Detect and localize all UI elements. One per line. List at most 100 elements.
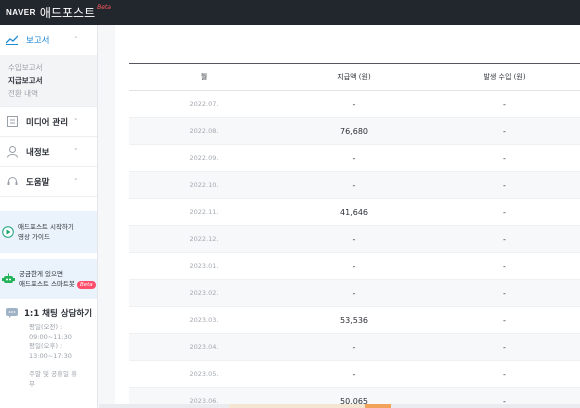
revenue-cell: - — [503, 288, 506, 298]
chat-support[interactable]: 1:1 채팅 상담하기 평일(오전) : 09:00~11:30 평일(오후) … — [0, 299, 97, 389]
column-header-revenue: 발생 수입 (원) — [483, 73, 526, 81]
table-row: 2022.10. - - — [129, 172, 580, 199]
app-title[interactable]: 애드포스트 — [40, 4, 95, 21]
chat-hours: 평일(오전) : 09:00~11:30 평일(오후) : 13:00~17:3… — [29, 323, 97, 389]
chat-hours-line: 평일(오전) : — [29, 323, 63, 331]
submenu-item-conversion-history[interactable]: 전환 내역 — [8, 87, 97, 100]
chat-bubble-icon — [6, 308, 18, 318]
media-icon — [6, 116, 18, 128]
amount-cell: - — [352, 234, 356, 244]
amount-cell: 53,536 — [340, 315, 368, 325]
promo-line: 애드포스트 스마트봇 Beta — [19, 279, 96, 289]
revenue-cell: - — [503, 207, 506, 217]
play-icon — [2, 223, 14, 242]
amount-cell: - — [352, 369, 356, 379]
sidebar-item-label: 도움말 — [26, 177, 50, 188]
scrollbar-thumb[interactable] — [365, 404, 391, 408]
table-row: 2023.01. - - — [129, 253, 580, 280]
revenue-cell: - — [503, 315, 506, 325]
chevron-up-icon: ˄ — [74, 36, 78, 44]
amount-cell: - — [352, 180, 356, 190]
chat-title-text: 1:1 채팅 상담하기 — [24, 309, 93, 319]
main-content: 월 지급액 (원) 발생 수입 (원) 2022.07. - - 2022.08. 76… — [99, 25, 580, 408]
revenue-cell: - — [503, 234, 506, 244]
smartbot-banner[interactable]: 궁금한게 있으면 애드포스트 스마트봇 Beta — [0, 259, 97, 299]
chevron-down-icon: ˅ — [74, 147, 78, 156]
amount-cell: 76,680 — [340, 126, 368, 136]
promo-text: 궁금한게 있으면 애드포스트 스마트봇 Beta — [19, 269, 96, 289]
chat-hours-line: 주말 및 공휴일 휴 — [29, 370, 78, 378]
revenue-cell: - — [503, 153, 506, 163]
month-cell: 2022.08. — [189, 127, 219, 135]
sidebar-item-label: 미디어 관리 — [26, 117, 69, 128]
top-bar: NAVER 애드포스트 Beta — [0, 0, 580, 25]
chevron-down-icon: ˅ — [74, 117, 78, 126]
sidebar-item-help[interactable]: 도움말 ˅ — [0, 167, 97, 197]
month-cell: 2023.01. — [189, 262, 219, 270]
promo-line: 궁금한게 있으면 — [19, 270, 63, 278]
amount-cell: - — [352, 342, 356, 352]
table-row: 2023.02. - - — [129, 280, 580, 307]
robot-icon — [2, 270, 15, 289]
chat-hours-line — [29, 361, 97, 370]
revenue-cell: - — [503, 126, 506, 136]
table-row: 2022.08. 76,680 - — [129, 118, 580, 145]
revenue-cell: - — [503, 99, 506, 109]
column-header-amount: 지급액 (원) — [337, 73, 371, 81]
month-cell: 2022.10. — [189, 181, 219, 189]
table-row: 2022.09. - - — [129, 145, 580, 172]
chat-hours-line: 무 — [29, 379, 35, 388]
chat-title: 1:1 채팅 상담하기 — [6, 307, 97, 319]
table-body: 2022.07. - -2022.08. 76,680-2022.09. - -2022.… — [129, 91, 580, 408]
sidebar-item-label: 내정보 — [26, 147, 50, 158]
submenu-item-payment-report[interactable]: 지급보고서 — [8, 74, 97, 87]
table-row: 2023.05. - - — [129, 361, 580, 388]
promo-line: 영상 가이드 — [18, 233, 50, 241]
amount-cell: - — [352, 153, 356, 163]
promo-line-text: 애드포스트 스마트봇 — [19, 280, 75, 288]
headset-icon — [6, 176, 18, 188]
horizontal-scrollbar[interactable] — [99, 404, 580, 408]
amount-cell: - — [352, 99, 356, 109]
table-row: 2023.04. - - — [129, 334, 580, 361]
month-cell: 2022.11. — [189, 208, 219, 216]
revenue-cell: - — [503, 180, 506, 190]
sidebar-item-label: 보고서 — [26, 36, 50, 46]
submenu-item-revenue-report[interactable]: 수입보고서 — [8, 61, 97, 74]
amount-cell: - — [352, 288, 356, 298]
sidebar-item-my-info[interactable]: 내정보 ˅ — [0, 137, 97, 167]
amount-cell: - — [352, 261, 356, 271]
month-cell: 2022.12. — [189, 235, 219, 243]
naver-logo[interactable]: NAVER — [6, 8, 36, 17]
month-cell: 2022.09. — [189, 154, 219, 162]
promo-line: 애드포스트 시작하기 — [18, 223, 74, 231]
table-row: 2022.11. 41,646 - — [129, 199, 580, 226]
sidebar: 보고서 ˄ 수입보고서 지급보고서 전환 내역 미디어 관리 ˅ 내정보 ˅ 도… — [0, 25, 98, 408]
month-cell: 2022.07. — [189, 100, 219, 108]
month-cell: 2023.02. — [189, 289, 219, 297]
chat-hours-line: 09:00~11:30 — [29, 332, 72, 341]
table-header: 월 지급액 (원) 발생 수입 (원) — [129, 63, 580, 91]
table-row: 2022.12. - - — [129, 226, 580, 253]
month-cell: 2023.03. — [189, 316, 219, 324]
user-icon — [6, 145, 18, 158]
amount-cell: 41,646 — [340, 207, 368, 217]
chat-hours-line: 13:00~17:30 — [29, 351, 72, 360]
promo-text: 애드포스트 시작하기 영상 가이드 — [18, 222, 74, 242]
sidebar-item-report[interactable]: 보고서 ˄ — [0, 25, 97, 55]
table-row: 2022.07. - - — [129, 91, 580, 118]
chart-line-icon — [6, 34, 18, 46]
sidebar-item-media[interactable]: 미디어 관리 ˅ — [0, 107, 97, 137]
revenue-cell: - — [503, 261, 506, 271]
column-header-month: 월 — [200, 73, 208, 81]
revenue-cell: - — [503, 369, 506, 379]
chevron-down-icon: ˅ — [74, 177, 78, 186]
table-row: 2023.03. 53,536 - — [129, 307, 580, 334]
start-guide-banner[interactable]: 애드포스트 시작하기 영상 가이드 — [0, 211, 97, 253]
report-submenu: 수입보고서 지급보고서 전환 내역 — [0, 55, 97, 107]
beta-badge: Beta — [97, 4, 111, 11]
revenue-cell: - — [503, 342, 506, 352]
beta-badge: Beta — [76, 281, 96, 289]
payment-report-card: 월 지급액 (원) 발생 수입 (원) 2022.07. - - 2022.08. 76… — [115, 25, 580, 408]
chat-hours-line: 평일(오후) : — [29, 342, 63, 350]
